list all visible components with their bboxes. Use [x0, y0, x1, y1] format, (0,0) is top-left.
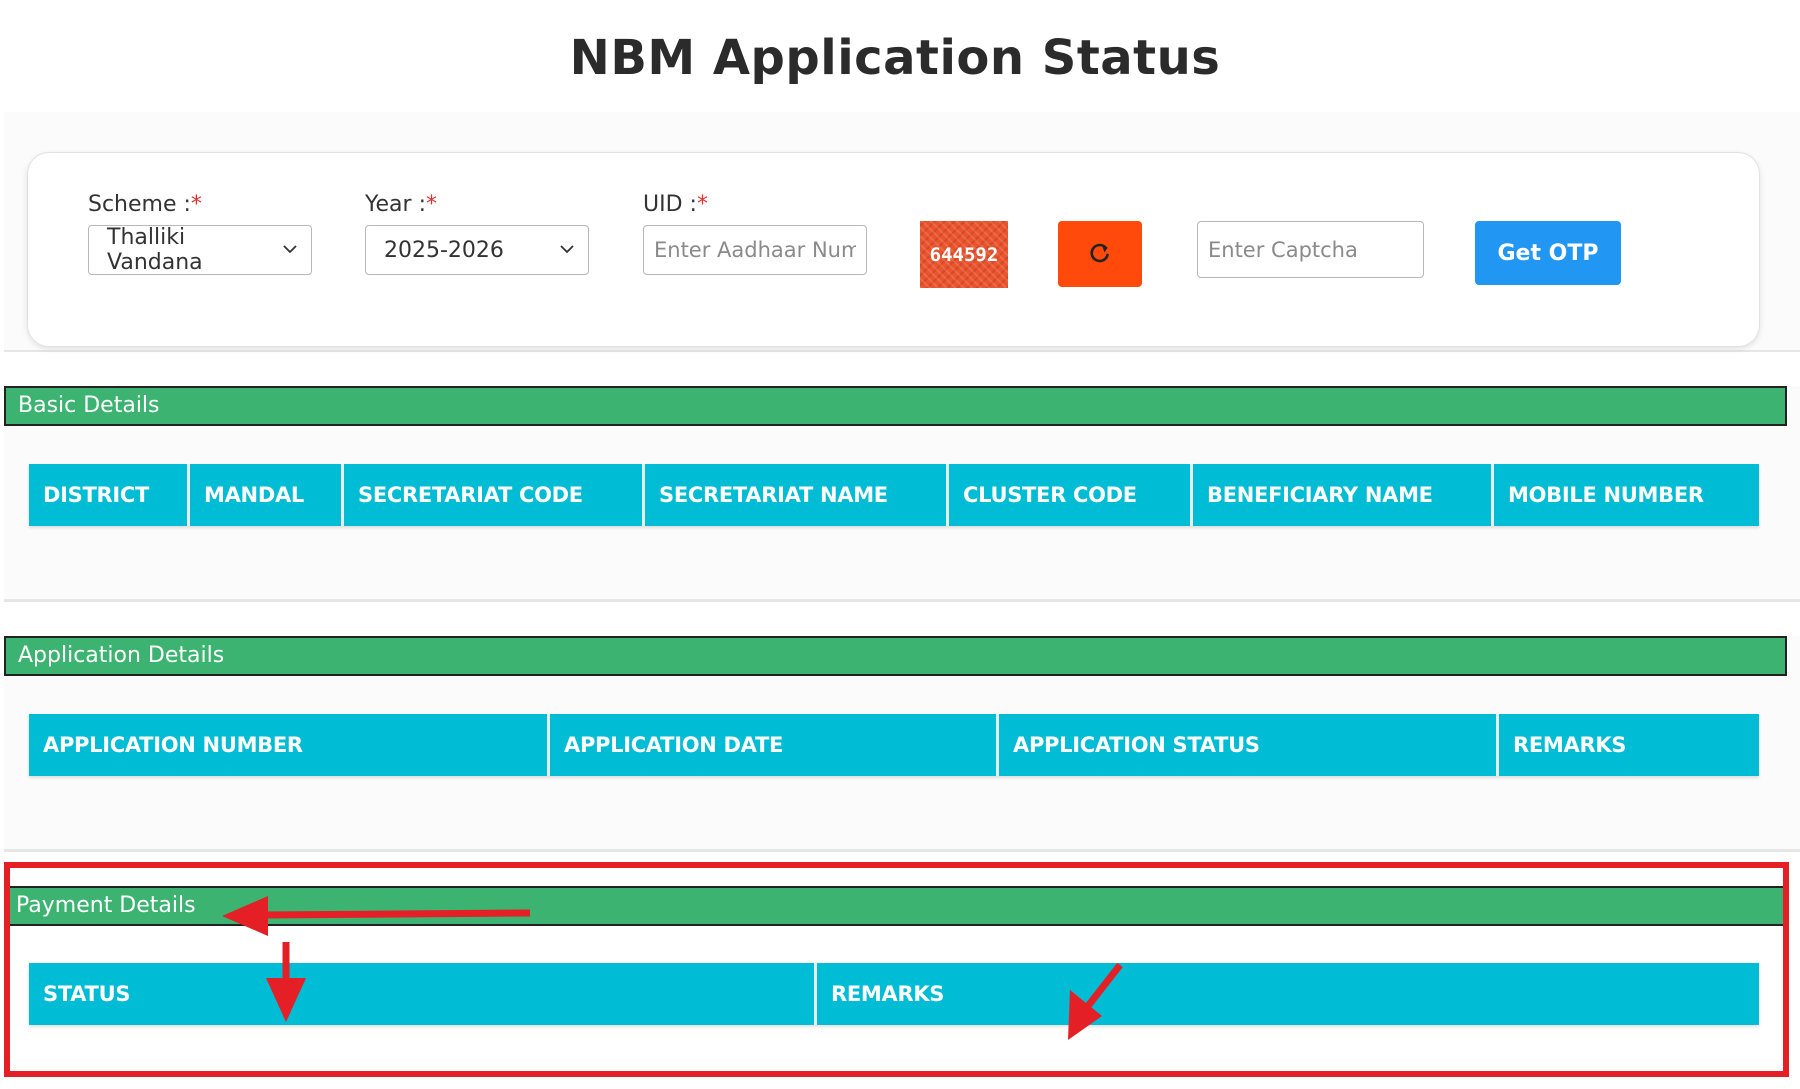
refresh-icon	[1089, 242, 1111, 267]
year-field: Year :* 2025-2026	[365, 191, 589, 275]
scheme-field: Scheme :* Thalliki Vandana	[88, 191, 312, 275]
column-header: DISTRICT	[29, 464, 190, 526]
year-select[interactable]: 2025-2026	[365, 225, 589, 275]
captcha-image: 644592	[920, 221, 1008, 288]
column-header: APPLICATION NUMBER	[29, 714, 550, 776]
scheme-label: Scheme :*	[88, 192, 202, 217]
uid-input[interactable]	[643, 225, 867, 275]
column-header: REMARKS	[1499, 714, 1759, 776]
year-select-value: 2025-2026	[384, 237, 504, 263]
column-header: MOBILE NUMBER	[1494, 464, 1759, 526]
application-details-header: Application Details	[4, 636, 1787, 676]
column-header: SECRETARIAT CODE	[344, 464, 645, 526]
page-title: NBM Application Status	[569, 30, 1221, 86]
basic-details-table-head: DISTRICT MANDAL SECRETARIAT CODE SECRETA…	[29, 464, 1759, 526]
column-header: BENEFICIARY NAME	[1193, 464, 1494, 526]
column-header: MANDAL	[190, 464, 344, 526]
application-details-table-head: APPLICATION NUMBER APPLICATION DATE APPL…	[29, 714, 1759, 776]
uid-field: UID :*	[643, 191, 867, 275]
payment-details-header: Payment Details	[4, 886, 1787, 926]
column-header: SECRETARIAT NAME	[645, 464, 949, 526]
get-otp-button[interactable]: Get OTP	[1475, 221, 1621, 285]
payment-details-table-head: STATUS REMARKS	[29, 963, 1759, 1025]
uid-label: UID :*	[643, 192, 708, 217]
captcha-input[interactable]	[1197, 221, 1424, 278]
basic-details-header: Basic Details	[4, 386, 1787, 426]
scheme-select-value: Thalliki Vandana	[107, 225, 203, 275]
chevron-down-icon	[283, 242, 297, 258]
column-header: APPLICATION STATUS	[999, 714, 1499, 776]
column-header: REMARKS	[817, 963, 1759, 1025]
column-header: CLUSTER CODE	[949, 464, 1193, 526]
scheme-select[interactable]: Thalliki Vandana	[88, 225, 312, 275]
refresh-captcha-button[interactable]	[1058, 221, 1142, 287]
chevron-down-icon	[560, 242, 574, 258]
year-label: Year :*	[365, 192, 437, 217]
column-header: APPLICATION DATE	[550, 714, 999, 776]
search-form-card: Scheme :* Thalliki Vandana Year :* 2025-…	[27, 152, 1760, 347]
column-header: STATUS	[29, 963, 817, 1025]
